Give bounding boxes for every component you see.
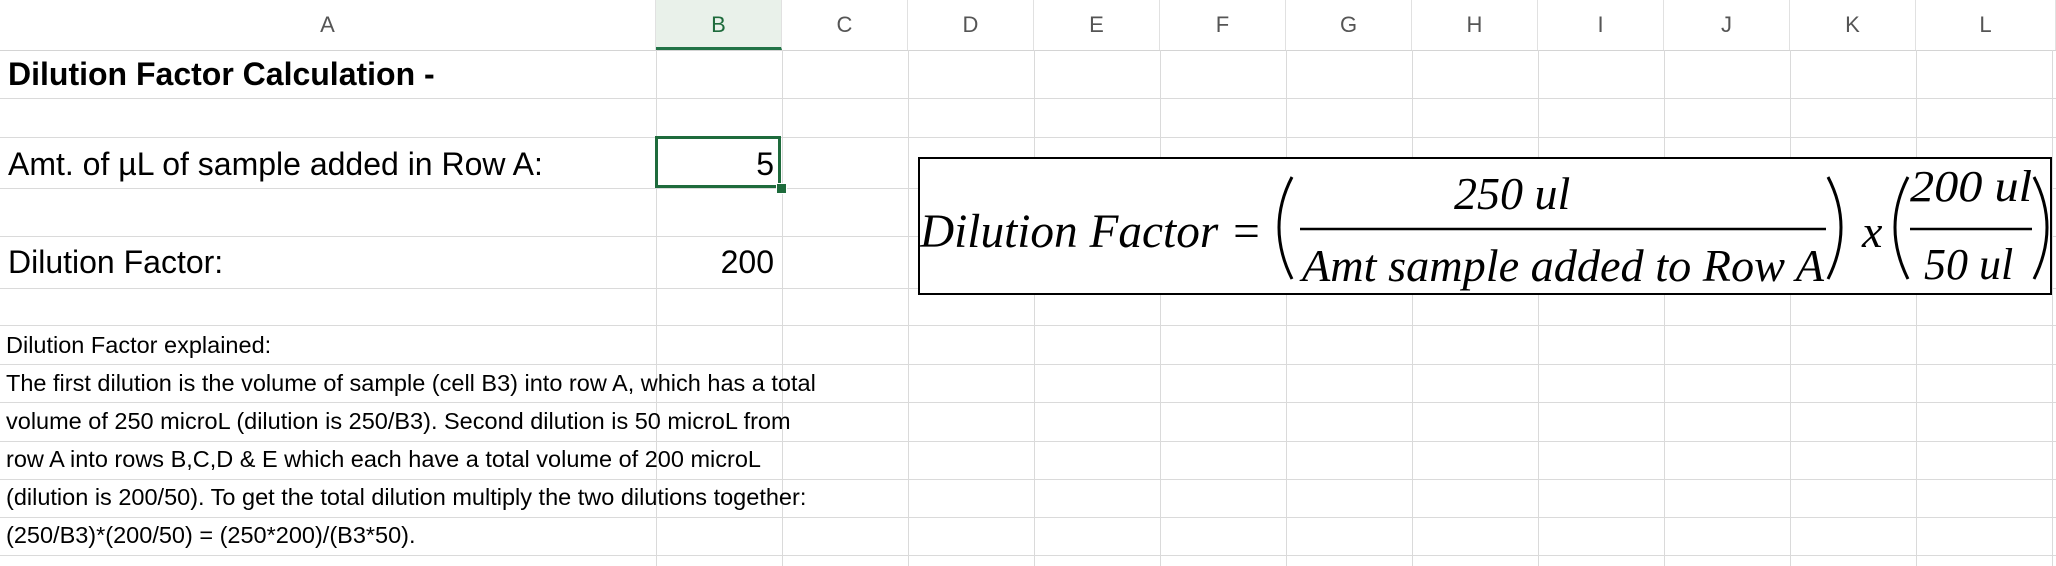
column-header-e[interactable]: E (1034, 0, 1160, 50)
column-header-k[interactable]: K (1790, 0, 1916, 50)
explanation-line[interactable]: The first dilution is the volume of samp… (6, 370, 816, 397)
explanation-line[interactable]: (250/B3)*(200/50) = (250*200)/(B3*50). (6, 522, 416, 549)
fill-handle[interactable] (776, 183, 787, 194)
formula-numerator-1: 250 ul (1454, 168, 1570, 219)
column-header-l[interactable]: L (1916, 0, 2056, 50)
cell-a1-title[interactable]: Dilution Factor Calculation - (8, 56, 435, 93)
column-header-j[interactable]: J (1664, 0, 1790, 50)
cell-a3-sample-label[interactable]: Amt. of µL of sample added in Row A: (8, 146, 543, 183)
column-header-g[interactable]: G (1286, 0, 1412, 50)
right-paren-icon (2032, 176, 2049, 280)
column-header-c[interactable]: C (782, 0, 908, 50)
column-header-b[interactable]: B (656, 0, 782, 50)
left-paren-icon (1277, 176, 1294, 280)
column-header-bar: A B C D E F G H I J K L (0, 0, 2056, 51)
column-header-i[interactable]: I (1538, 0, 1664, 50)
explanation-line[interactable]: (dilution is 200/50). To get the total d… (6, 484, 806, 511)
formula-times: x (1861, 206, 1883, 257)
cell-a5-dilution-label[interactable]: Dilution Factor: (8, 244, 223, 281)
formula-denominator-2: 50 ul (1924, 240, 2013, 289)
right-paren-icon (1826, 176, 1843, 280)
explanation-line[interactable]: row A into rows B,C,D & E which each hav… (6, 446, 761, 473)
formula-lhs: Dilution Factor = (920, 205, 1262, 258)
left-paren-icon (1893, 176, 1910, 280)
column-header-a[interactable]: A (0, 0, 656, 50)
formula-equation: Dilution Factor = 250 ul Amt sample adde… (920, 162, 2049, 291)
explanation-line[interactable]: volume of 250 microL (dilution is 250/B3… (6, 408, 791, 435)
explanation-line[interactable]: Dilution Factor explained: (6, 332, 271, 359)
cell-b3-sample-value[interactable]: 5 (660, 146, 774, 183)
spreadsheet: A B C D E F G H I J K L Dilution Factor … (0, 0, 2056, 566)
column-header-d[interactable]: D (908, 0, 1034, 50)
formula-numerator-2: 200 ul (1910, 162, 2032, 211)
cell-b5-dilution-value[interactable]: 200 (660, 244, 774, 281)
formula-denominator-1: Amt sample added to Row A (1299, 240, 1825, 291)
column-header-h[interactable]: H (1412, 0, 1538, 50)
column-header-f[interactable]: F (1160, 0, 1286, 50)
formula-image[interactable]: Dilution Factor = 250 ul Amt sample adde… (918, 157, 2052, 295)
